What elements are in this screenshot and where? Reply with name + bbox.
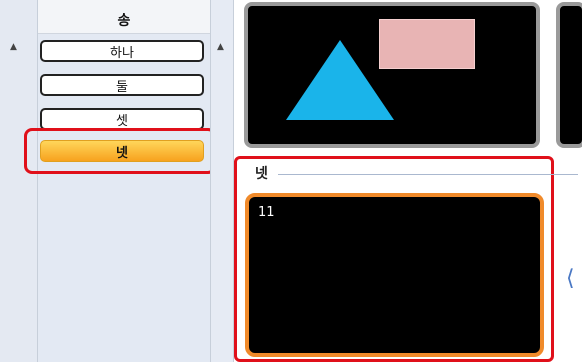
slide-number: 11	[258, 205, 275, 220]
song-panel-title: 송	[117, 13, 131, 29]
slide-thumbnail-partial[interactable]	[556, 2, 582, 148]
left-scroll-strip	[0, 0, 38, 362]
section-divider	[278, 174, 578, 175]
rectangle-shape	[379, 19, 475, 69]
song-item-1[interactable]: 하나	[40, 40, 204, 62]
song-item-label: 둘	[116, 79, 128, 95]
scroll-up-arrow-icon[interactable]: ▲	[10, 42, 17, 52]
section-label: 넷	[255, 166, 268, 182]
scroll-up-arrow-icon[interactable]: ▲	[217, 42, 224, 52]
highlight-box-selected-item	[24, 128, 216, 174]
arrow-left-icon: ⟨	[566, 266, 575, 291]
list-scrollbar[interactable]	[210, 0, 234, 362]
slide-preview[interactable]	[245, 193, 544, 357]
song-item-label: 하나	[110, 45, 134, 61]
song-item-label: 셋	[116, 113, 128, 129]
song-item-2[interactable]: 둘	[40, 74, 204, 96]
song-item-3[interactable]: 셋	[40, 108, 204, 130]
